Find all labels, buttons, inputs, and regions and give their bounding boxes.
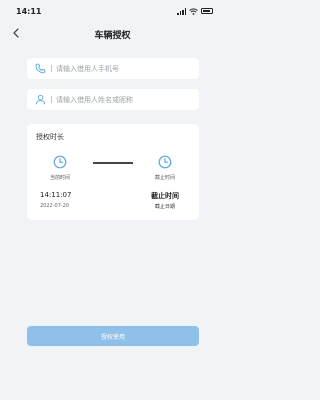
phone-icon: [34, 63, 46, 75]
phone-field[interactable]: [27, 58, 199, 79]
end-clock-icon: [158, 155, 172, 169]
battery-icon: [201, 8, 213, 14]
start-time-value: 14:11:07: [40, 191, 72, 199]
time-connector: [93, 162, 133, 164]
page-title: 车辆授权: [94, 30, 131, 41]
section-label: 授权时长: [36, 133, 64, 141]
chevron-left-icon: [13, 28, 19, 38]
user-icon: [34, 94, 46, 106]
wifi-icon: [189, 7, 198, 15]
start-time-label: 当前时间: [49, 175, 70, 181]
nav-bar: 车辆授权: [0, 22, 225, 46]
status-bar: 14:11: [0, 0, 225, 22]
start-date-value: 2022-07-20: [40, 203, 70, 209]
start-clock-icon: [53, 155, 67, 169]
name-input[interactable]: [56, 95, 186, 104]
authorize-button[interactable]: 授权使用: [27, 326, 199, 346]
input-divider: [51, 65, 52, 72]
back-button[interactable]: [9, 26, 23, 40]
input-divider: [51, 96, 52, 103]
name-field[interactable]: [27, 89, 199, 110]
end-time-label: 截止时间: [154, 175, 175, 181]
status-time: 14:11: [16, 6, 42, 16]
end-date-value[interactable]: 截止日期: [145, 203, 185, 210]
phone-input[interactable]: [56, 64, 186, 73]
end-time-value[interactable]: 截止时间: [145, 191, 185, 201]
authorization-card: 授权时长 当前时间 截止时间 14:11:07 2022-07-20 截止时间 …: [27, 124, 199, 220]
status-icons: [177, 7, 213, 15]
signal-icon: [177, 7, 186, 15]
